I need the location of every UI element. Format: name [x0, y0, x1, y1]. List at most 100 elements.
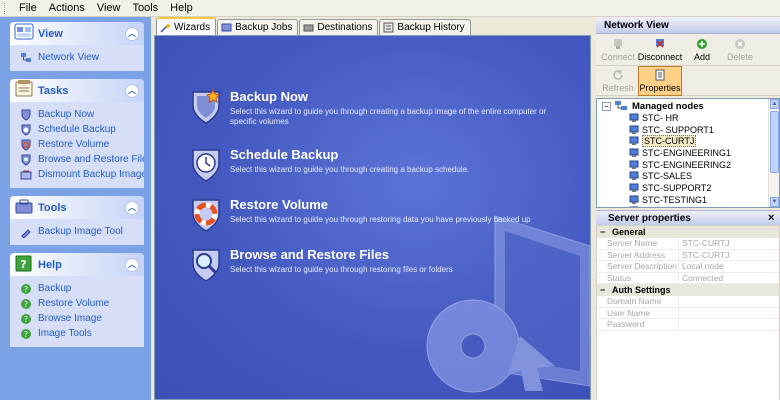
- menu-actions[interactable]: Actions: [43, 2, 91, 14]
- wizard-title: Backup Now: [230, 89, 309, 104]
- tasks-panel-header[interactable]: Tasks ︿: [10, 79, 144, 102]
- property-value[interactable]: STC-CURTJ: [679, 250, 730, 261]
- property-value[interactable]: STC-CURTJ: [679, 238, 730, 249]
- task-restore-volume[interactable]: Restore Volume: [20, 137, 138, 152]
- tree-node[interactable]: STC-SUPPORT2: [597, 182, 779, 194]
- menu-file[interactable]: File: [13, 2, 43, 14]
- property-value[interactable]: [679, 296, 682, 307]
- property-row[interactable]: Server Name STC-CURTJ: [597, 238, 779, 250]
- tab-backup-history[interactable]: Backup History: [379, 19, 471, 35]
- help-restore-volume[interactable]: ? Restore Volume: [20, 296, 138, 311]
- task-dismount-image[interactable]: Dismount Backup Image: [20, 167, 144, 182]
- close-icon[interactable]: ×: [768, 212, 780, 224]
- tree-node-label: STC-ENGINEERING2: [642, 159, 732, 170]
- tab-wizards[interactable]: Wizards: [156, 17, 217, 35]
- menu-help[interactable]: Help: [164, 2, 199, 14]
- tree-scrollbar[interactable]: ▲ ▼: [768, 99, 779, 207]
- property-value[interactable]: Local node: [679, 261, 724, 272]
- delete-icon: [735, 38, 745, 49]
- help-icon: ?: [21, 328, 31, 339]
- tree-node-label: STC-CURTJ: [642, 135, 697, 148]
- tools-panel-header[interactable]: Tools ︿: [10, 196, 144, 219]
- menu-view[interactable]: View: [91, 2, 127, 14]
- menu-grip[interactable]: [4, 2, 7, 14]
- help-image-tools[interactable]: ? Image Tools: [20, 326, 138, 341]
- properties-button[interactable]: Properties: [638, 65, 682, 96]
- tree-node[interactable]: STC-CURTJ: [597, 135, 779, 148]
- refresh-icon: [613, 69, 623, 80]
- collapse-group-icon[interactable]: −: [600, 285, 607, 294]
- disconnect-button[interactable]: Disconnect: [638, 35, 682, 65]
- tab-destinations[interactable]: Destinations: [299, 19, 379, 35]
- dismount-icon: [20, 170, 32, 179]
- property-key: User Name: [597, 307, 679, 318]
- property-row[interactable]: Password: [597, 319, 779, 331]
- task-browse-restore[interactable]: Browse and Restore Files: [20, 152, 144, 167]
- chevron-up-icon[interactable]: ︿: [125, 26, 139, 41]
- tree-root-managed-nodes[interactable]: − Managed nodes: [597, 100, 779, 112]
- wizard-backup-now[interactable]: Backup Now Select this wizard to guide y…: [189, 88, 560, 127]
- chevron-up-icon[interactable]: ︿: [125, 83, 139, 98]
- tree-node[interactable]: STC-TESTING1: [597, 194, 779, 206]
- tree-node[interactable]: STC-ENGINEERING1: [597, 147, 779, 159]
- svg-text:?: ?: [24, 300, 28, 309]
- scroll-thumb[interactable]: [770, 111, 779, 173]
- server-properties-header: Server properties ×: [596, 210, 780, 225]
- wizard-browse-restore[interactable]: Browse and Restore Files Select this wiz…: [189, 246, 560, 284]
- tab-backup-jobs[interactable]: Backup Jobs: [217, 19, 299, 35]
- backup-shield-icon: [21, 109, 31, 121]
- chevron-up-icon[interactable]: ︿: [125, 200, 139, 215]
- task-backup-now[interactable]: Backup Now: [20, 107, 138, 122]
- wizard-restore-volume[interactable]: Restore Volume Select this wizard to gui…: [189, 196, 560, 234]
- wizard-schedule-backup[interactable]: Schedule Backup Select this wizard to gu…: [189, 146, 560, 184]
- tree-node-label: STC-TESTING1: [642, 194, 708, 205]
- chevron-up-icon[interactable]: ︿: [125, 257, 139, 272]
- view-panel-header[interactable]: View ︿: [10, 22, 144, 45]
- view-panel-title: View: [38, 27, 63, 40]
- property-row[interactable]: Domain Name: [597, 296, 779, 308]
- tree-node[interactable]: STC- HR: [597, 112, 779, 124]
- task-label: Browse and Restore Files: [38, 154, 144, 165]
- help-panel-header[interactable]: ? Help ︿: [10, 253, 144, 276]
- auth-settings-group[interactable]: − Auth Settings: [597, 284, 779, 296]
- task-backup-image-tool[interactable]: Backup Image Tool: [20, 224, 138, 239]
- property-value[interactable]: [679, 308, 682, 319]
- computer-icon: [629, 195, 639, 204]
- scroll-up-icon[interactable]: ▲: [770, 99, 779, 109]
- property-key: Server Address: [597, 249, 679, 260]
- computer-icon: [629, 148, 639, 157]
- scroll-down-icon[interactable]: ▼: [770, 197, 779, 207]
- tree-node[interactable]: STC-SALES: [597, 170, 779, 182]
- menu-tools[interactable]: Tools: [126, 2, 164, 14]
- managed-nodes-tree[interactable]: − Managed nodes STC- HR STC- SUPPORT1 STC-…: [596, 98, 780, 208]
- task-label: Backup Image Tool: [38, 226, 123, 237]
- help-browse-image[interactable]: ? Browse Image: [20, 311, 138, 326]
- tree-node-label: STC- HR: [642, 112, 679, 123]
- tree-node[interactable]: STC- SUPPORT1: [597, 124, 779, 136]
- property-row[interactable]: Server Description Local node: [597, 261, 779, 273]
- task-schedule-backup[interactable]: Schedule Backup: [20, 122, 138, 137]
- refresh-button[interactable]: Refresh: [600, 66, 636, 96]
- collapse-tree-icon[interactable]: −: [602, 101, 611, 111]
- tree-node[interactable]: STC-ENGINEERING2: [597, 159, 779, 171]
- restore-lifebuoy-shield-icon: [192, 199, 220, 232]
- collapse-group-icon[interactable]: −: [600, 227, 607, 236]
- property-row[interactable]: Status Connected: [597, 272, 779, 284]
- general-group[interactable]: − General: [597, 226, 779, 238]
- add-button[interactable]: Add: [684, 35, 720, 65]
- wizard-title: Restore Volume: [230, 197, 329, 212]
- task-network-view[interactable]: Network View: [20, 50, 138, 65]
- help-backup[interactable]: ? Backup: [20, 281, 138, 296]
- delete-button[interactable]: Delete: [722, 35, 758, 65]
- tree-node[interactable]: STC-TESTING2: [597, 206, 779, 207]
- property-value[interactable]: Connected: [679, 273, 723, 284]
- task-label: Backup: [38, 283, 72, 294]
- task-label: Schedule Backup: [38, 124, 116, 135]
- add-icon: [697, 38, 707, 49]
- property-row[interactable]: User Name: [597, 307, 779, 319]
- connect-button[interactable]: Connect: [600, 35, 636, 65]
- property-row[interactable]: Server Address STC-CURTJ: [597, 249, 779, 261]
- property-value[interactable]: [679, 319, 682, 330]
- tools-panel: Tools ︿ Backup Image Tool: [10, 196, 144, 245]
- tasks-panel: Tasks ︿ Backup Now Schedule Backup Resto…: [10, 79, 144, 188]
